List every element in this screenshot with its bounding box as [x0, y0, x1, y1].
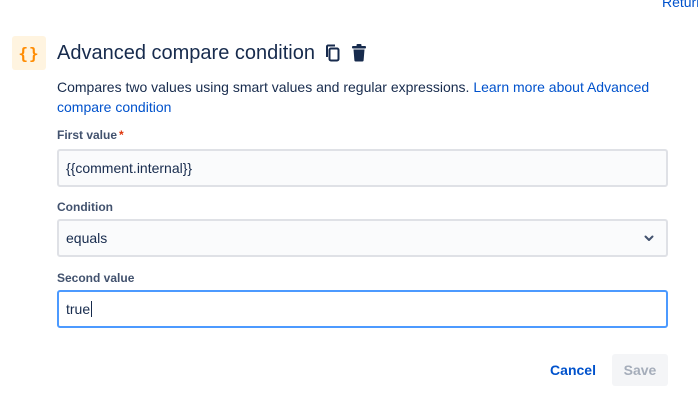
- chevron-down-icon: [642, 231, 656, 248]
- second-value-text: true: [66, 301, 91, 317]
- description: Compares two values using smart values a…: [57, 77, 687, 117]
- first-value-label: First value *: [57, 128, 124, 142]
- copy-icon[interactable]: [323, 42, 343, 64]
- condition-editor-page: Return {} Advanced compare condition Com…: [0, 0, 698, 403]
- condition-header: {} Advanced compare condition: [12, 36, 369, 70]
- condition-select[interactable]: equals: [57, 219, 668, 257]
- first-value-text: {{comment.internal}}: [66, 160, 193, 176]
- second-value-label: Second value: [57, 271, 135, 285]
- trash-icon[interactable]: [349, 42, 369, 64]
- save-button[interactable]: Save: [612, 354, 668, 386]
- condition-selected-value: equals: [66, 230, 108, 246]
- smart-value-icon: {}: [12, 36, 46, 70]
- page-title: Advanced compare condition: [57, 42, 315, 64]
- description-text: Compares two values using smart values a…: [57, 79, 474, 95]
- condition-label: Condition: [57, 200, 113, 214]
- first-value-input[interactable]: {{comment.internal}}: [57, 149, 668, 187]
- cancel-button[interactable]: Cancel: [542, 354, 604, 386]
- return-link[interactable]: Return: [662, 0, 698, 10]
- first-value-label-text: First value: [57, 128, 118, 142]
- text-caret: [91, 301, 93, 317]
- required-mark: *: [119, 128, 124, 142]
- second-value-input[interactable]: true: [57, 290, 668, 328]
- header-actions: [323, 42, 369, 64]
